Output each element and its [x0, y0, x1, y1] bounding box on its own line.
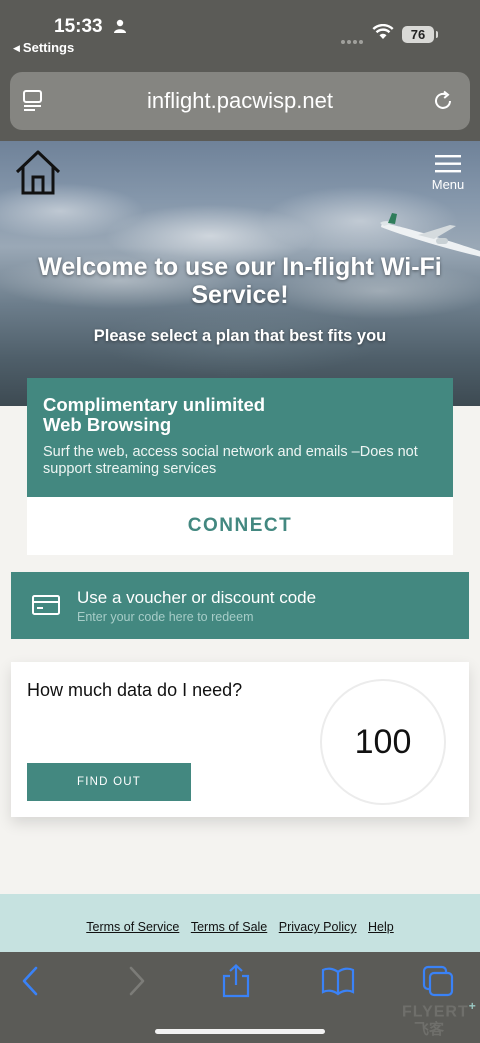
back-arrow-icon[interactable] [14, 964, 48, 998]
back-triangle-icon: ◀ [13, 43, 20, 53]
terms-of-sale-link[interactable]: Terms of Sale [191, 920, 267, 934]
url-text: inflight.pacwisp.net [147, 88, 333, 113]
plan-description: Surf the web, access social network and … [43, 444, 418, 477]
help-link[interactable]: Help [368, 920, 394, 934]
data-gauge: 100 [320, 679, 446, 805]
plan-title: Complimentary unlimited Web Browsing [43, 394, 266, 435]
share-icon[interactable] [219, 964, 253, 998]
reload-icon[interactable] [431, 89, 455, 113]
wifi-icon [372, 24, 394, 39]
voucher-title: Use a voucher or discount code [77, 588, 317, 607]
hero-subtitle: Please select a plan that best fits you [93, 327, 387, 345]
airplane-image [380, 213, 480, 257]
flyert-watermark-cn: 飞客 [414, 1021, 445, 1038]
forward-arrow-icon[interactable] [119, 964, 153, 998]
person-icon [114, 19, 126, 33]
browser-toolbar: FLYERT+ 飞客 [0, 952, 480, 1043]
status-time: 15:33 [54, 16, 103, 37]
footer: Terms of Service Terms of Sale Privacy P… [0, 894, 480, 952]
home-icon[interactable] [14, 149, 62, 195]
hero-title: Welcome to use our In-flight Wi-Fi Servi… [38, 253, 442, 309]
voucher-button[interactable]: Use a voucher or discount code Enter you… [11, 572, 469, 639]
plan-card: Complimentary unlimited Web Browsing Sur… [27, 378, 453, 497]
battery-indicator: 76 [402, 26, 438, 43]
data-question: How much data do I need? [27, 680, 243, 700]
home-indicator[interactable] [155, 1029, 325, 1034]
menu-button[interactable]: Menu [428, 154, 468, 194]
browser-address-area: inflight.pacwisp.net [0, 62, 480, 141]
privacy-policy-link[interactable]: Privacy Policy [279, 920, 357, 934]
credit-card-icon [32, 595, 60, 615]
hero-banner: Menu Welcome to use our In-flight Wi-Fi … [0, 141, 480, 406]
terms-of-service-link[interactable]: Terms of Service [86, 920, 179, 934]
find-out-button[interactable]: FIND OUT [27, 763, 191, 801]
menu-label: Menu [431, 177, 465, 192]
footer-links: Terms of Service Terms of Sale Privacy P… [0, 920, 480, 934]
bookmarks-icon[interactable] [321, 964, 355, 998]
tabs-icon[interactable] [421, 964, 455, 998]
address-bar[interactable]: inflight.pacwisp.net [10, 72, 470, 130]
back-to-settings-link[interactable]: ◀ Settings [13, 40, 74, 55]
data-calculator-card: How much data do I need? FIND OUT 100 [11, 662, 469, 817]
cellular-signal-icon [340, 31, 364, 44]
hamburger-icon [435, 155, 461, 173]
status-bar: 15:33 ◀ Settings 76 [0, 0, 480, 62]
voucher-subtitle: Enter your code here to redeem [77, 610, 254, 624]
connect-button[interactable]: CONNECT [27, 497, 453, 555]
